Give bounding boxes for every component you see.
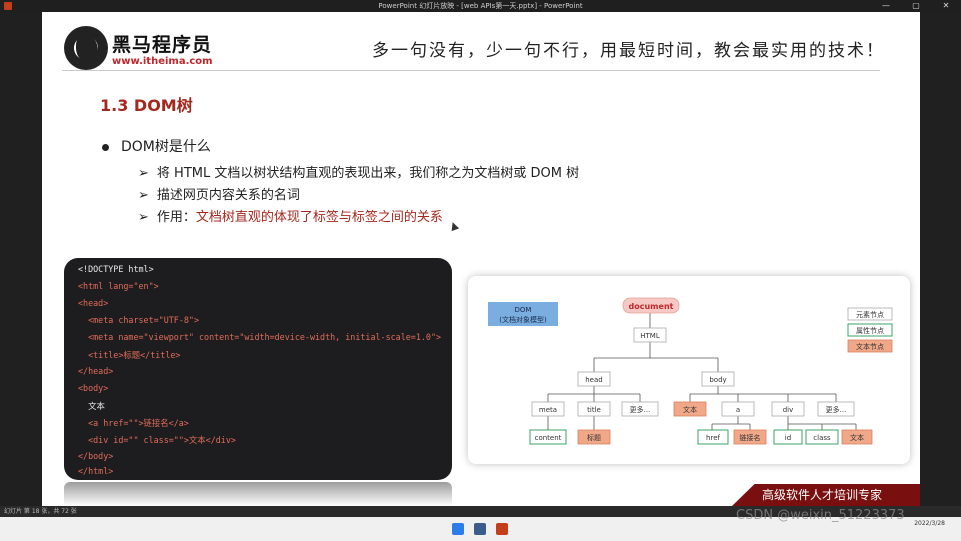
code-sample: <!DOCTYPE html> <html lang="en"> <head> … [64,258,452,480]
dom-tree-diagram: DOM (文档对象模型) document HTML head body met… [468,276,910,464]
maximize-button[interactable]: ▢ [901,0,931,12]
slide-canvas[interactable]: 黑马程序员 www.itheima.com 多一句没有，少一句不行，用最短时间，… [42,12,920,506]
sub-item-3: ➢ 作用：文档树直观的体现了标签与标签之间的关系 [138,206,443,225]
right-gutter [920,12,961,506]
dom-tree-svg: DOM (文档对象模型) document HTML head body met… [488,297,893,445]
code-line: <html lang="en"> [78,281,159,291]
dom-label-line1: DOM [515,306,532,314]
sub-item-2: ➢ 描述网页内容关系的名词 [138,184,300,203]
minimize-button[interactable]: — [871,0,901,12]
bullet-item: DOM树是什么 [102,136,211,156]
header-divider [62,70,880,71]
node-meta-label: meta [539,406,557,414]
code-line: <meta name="viewport" content="width=dev… [78,332,442,342]
logo: 黑马程序员 www.itheima.com [64,26,214,72]
node-content-label: content [535,434,562,442]
powerpoint-taskbar-icon[interactable] [496,523,508,535]
legend-element-label: 元素节点 [856,310,884,319]
task-view-icon[interactable] [474,523,486,535]
node-title-text-label: 标题 [587,433,601,442]
code-line: <meta charset="UTF-8"> [78,315,200,325]
node-html-label: HTML [640,332,660,340]
arrow-bullet-icon: ➢ [138,166,149,181]
node-href-label: href [706,434,720,442]
sub-item-highlight: 文档树直观的体现了标签与标签之间的关系 [195,210,443,225]
code-reflection [64,482,452,506]
arrow-bullet-icon: ➢ [138,210,149,225]
sub-item-text: 描述网页内容关系的名词 [156,188,300,203]
windows-start-icon[interactable] [452,523,464,535]
node-div-text-label: 文本 [850,433,864,442]
watermark: CSDN @weixin_51223373 [736,508,905,523]
node-document-label: document [629,302,674,311]
node-class-label: class [813,434,831,442]
footer-banner: 高级软件人才培训专家 [732,484,920,506]
node-body-text-label: 文本 [683,405,697,414]
sub-item-1: ➢ 将 HTML 文档以树状结构直观的表现出来，我们称之为文档树或 DOM 树 [138,162,579,181]
code-line: </head> [78,366,114,376]
code-line: <body> [78,383,109,393]
code-line: <title>标题</title> [78,350,181,360]
node-body-label: body [709,376,726,384]
code-line: <div id="" class="">文本</div> [78,435,236,445]
node-title-label: title [587,406,601,414]
arrow-bullet-icon: ➢ [138,188,149,203]
node-head-label: head [585,376,602,384]
left-gutter [0,12,42,506]
window-titlebar: PowerPoint 幻灯片放映 - [web APIs第一天.pptx] - … [0,0,961,12]
node-a-label: a [736,406,740,414]
legend-attribute-label: 属性节点 [856,326,884,335]
code-line: <!DOCTYPE html> [78,264,154,274]
node-body-more-label: 更多... [826,405,847,414]
code-line: <a href="">链接名</a> [78,418,189,428]
code-line: </body> [78,451,114,461]
node-div-label: div [783,406,794,414]
sub-item-prefix: 作用： [156,210,196,225]
code-line: <head> [78,298,109,308]
node-link-text-label: 链接名 [740,433,761,442]
node-id-label: id [785,434,791,442]
bullet-text: DOM树是什么 [121,139,211,155]
logo-name: 黑马程序员 [112,34,213,56]
sub-item-text: 将 HTML 文档以树状结构直观的表现出来，我们称之为文档树或 DOM 树 [156,166,580,181]
logo-url: www.itheima.com [112,56,213,67]
window-title: PowerPoint 幻灯片放映 - [web APIs第一天.pptx] - … [378,2,583,10]
slide-heading: 1.3 DOM树 [100,96,193,115]
bullet-dot-icon [102,143,109,151]
clock[interactable]: 2022/3/28 [914,520,945,528]
slogan: 多一句没有，少一句不行，用最短时间，教会最实用的技术！ [372,41,885,61]
close-button[interactable]: ✕ [931,0,961,12]
legend-text-label: 文本节点 [856,342,884,351]
horse-logo-icon [64,26,108,70]
slide-count: 幻灯片 第 18 张，共 72 张 [4,508,77,515]
code-line: </html> [78,466,114,476]
dom-label-line2: (文档对象模型) [499,315,547,324]
window-controls: — ▢ ✕ [871,0,961,12]
code-line: 文本 [78,401,105,411]
clock-date: 2022/3/28 [914,520,945,527]
node-head-more-label: 更多... [630,405,651,414]
